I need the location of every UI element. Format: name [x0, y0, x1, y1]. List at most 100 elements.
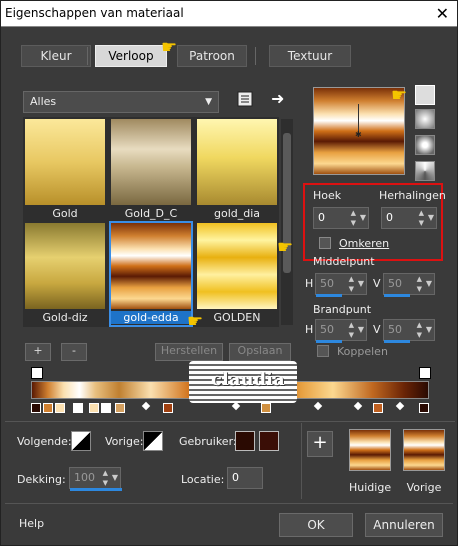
radial-style-button[interactable] — [415, 135, 435, 155]
cancel-button[interactable]: Annuleren — [365, 513, 443, 537]
next-color-swatch[interactable] — [71, 431, 91, 451]
help-link[interactable]: Help — [19, 517, 44, 530]
midpoint-h-value: 50 — [320, 277, 334, 290]
linear-style-button[interactable] — [415, 85, 435, 105]
color-stop[interactable] — [163, 403, 173, 413]
sunburst-style-button[interactable] — [415, 161, 435, 181]
list-view-icon[interactable] — [237, 91, 253, 107]
midpoint-diamond[interactable] — [141, 401, 151, 411]
midpoint-diamond[interactable] — [353, 401, 363, 411]
location-field[interactable]: 0 — [227, 467, 263, 489]
spin-icon[interactable]: ▲ ▼ — [417, 320, 422, 340]
add-swatch-button[interactable]: + — [307, 431, 333, 457]
repeats-field[interactable]: 0 ▲ ▼ ▼ — [381, 207, 437, 229]
swatch-golden[interactable]: GOLDEN — [197, 223, 277, 325]
focal-v-field[interactable]: 50 ▲ ▼ ▼ — [383, 319, 435, 343]
swatch-gold-dia[interactable]: gold_dia — [197, 119, 277, 221]
angle-handle[interactable] — [358, 104, 359, 132]
color-stop[interactable] — [101, 403, 111, 413]
previous-label: Vorige — [406, 481, 442, 494]
prev-color-swatch[interactable] — [143, 431, 163, 451]
swatch-gold[interactable]: Gold — [25, 119, 105, 221]
watermark-text: claudia — [211, 369, 285, 390]
chevron-down-icon[interactable]: ▼ — [428, 208, 434, 228]
color-stop[interactable] — [261, 403, 271, 413]
color-stop[interactable] — [419, 403, 429, 413]
midpoint-diamond[interactable] — [313, 401, 323, 411]
color-stop[interactable] — [31, 403, 41, 413]
add-gradient-button[interactable]: + — [25, 343, 51, 361]
angle-value: 0 — [318, 211, 325, 224]
pointing-hand-icon: ☛ — [187, 311, 204, 332]
tab-verloop[interactable]: Verloop — [95, 45, 167, 67]
spin-icon[interactable]: ▲ ▼ — [103, 468, 108, 488]
spin-icon[interactable]: ▲ ▼ — [417, 274, 422, 294]
restore-button[interactable]: Herstellen — [155, 343, 223, 361]
gradient-library: Gold Gold_D_C gold_dia Gold-diz gold-edd… — [23, 117, 279, 327]
focal-h-value: 50 — [320, 323, 334, 336]
arrow-right-icon[interactable]: ➜ — [271, 89, 287, 108]
tab-patroon[interactable]: Patroon — [177, 45, 247, 67]
close-icon[interactable]: ✕ — [436, 4, 449, 23]
remove-gradient-button[interactable]: - — [61, 343, 87, 361]
midpoint-diamond[interactable] — [231, 401, 241, 411]
user-color-swatch[interactable] — [235, 431, 255, 451]
rectangular-style-button[interactable] — [415, 109, 435, 129]
color-stop[interactable] — [73, 403, 83, 413]
opacity-stop-left[interactable] — [31, 367, 43, 379]
midpoint-diamond[interactable] — [395, 401, 405, 411]
gradient-thumbnail — [197, 119, 277, 205]
library-scrollbar[interactable] — [281, 119, 293, 325]
focal-h-bar — [316, 340, 342, 343]
chevron-down-icon[interactable]: ▼ — [426, 274, 432, 294]
current-preview[interactable] — [349, 429, 391, 471]
previous-preview[interactable] — [403, 429, 445, 471]
spin-icon[interactable]: ▲ ▼ — [349, 274, 354, 294]
swatch-gold-edda[interactable]: gold-edda — [109, 221, 193, 327]
window-title: Eigenschappen van materiaal — [5, 6, 184, 20]
opacity-field[interactable]: 100 ▲ ▼ ▼ — [69, 467, 122, 491]
pointing-hand-icon: ☛ — [391, 85, 408, 106]
chevron-down-icon[interactable]: ▼ — [360, 208, 366, 228]
swatch-gold-d-c[interactable]: Gold_D_C — [111, 119, 191, 221]
spin-icon[interactable]: ▲ ▼ — [349, 320, 354, 340]
gradient-thumbnail — [25, 119, 105, 205]
invert-checkbox[interactable] — [319, 237, 331, 249]
midpoint-h-field[interactable]: 50 ▲ ▼ ▼ — [315, 273, 367, 297]
color-stop[interactable] — [55, 403, 65, 413]
repeats-value: 0 — [386, 211, 393, 224]
chevron-down-icon[interactable]: ▼ — [358, 274, 364, 294]
color-stop[interactable] — [89, 403, 99, 413]
focal-v-value: 50 — [388, 323, 402, 336]
tab-kleur[interactable]: Kleur — [21, 45, 91, 67]
invert-label: Omkeren — [339, 237, 390, 250]
color-stop[interactable] — [115, 403, 125, 413]
color-stop[interactable] — [43, 403, 53, 413]
angle-field[interactable]: 0 ▲ ▼ ▼ — [313, 207, 369, 229]
midpoint-v-field[interactable]: 50 ▲ ▼ ▼ — [383, 273, 435, 297]
user-color-swatch-2[interactable] — [259, 431, 279, 451]
tab-textuur[interactable]: Textuur — [269, 45, 351, 67]
spin-icon[interactable]: ▲ ▼ — [351, 208, 356, 228]
link-checkbox[interactable] — [317, 345, 329, 357]
chevron-down-icon[interactable]: ▼ — [426, 320, 432, 340]
opacity-label: Dekking: — [17, 473, 66, 486]
swatch-label: Gold_D_C — [124, 207, 178, 220]
footer-divider — [5, 503, 453, 504]
chevron-down-icon[interactable]: ▼ — [112, 468, 118, 488]
spin-icon[interactable]: ▲ ▼ — [419, 208, 424, 228]
center-marker-icon[interactable]: ✱ — [355, 130, 362, 139]
save-button[interactable]: Opslaan — [229, 343, 291, 361]
location-value: 0 — [232, 471, 239, 484]
tab-separator — [87, 47, 88, 65]
color-stop[interactable] — [373, 403, 383, 413]
ok-button[interactable]: OK — [279, 513, 353, 537]
pointing-hand-icon: ☛ — [277, 237, 294, 258]
opacity-stop-right[interactable] — [419, 367, 431, 379]
category-dropdown[interactable]: Alles ▼ — [23, 91, 219, 113]
pointing-hand-icon: ☛ — [161, 37, 178, 58]
chevron-down-icon[interactable]: ▼ — [358, 320, 364, 340]
swatch-gold-diz[interactable]: Gold-diz — [25, 223, 105, 325]
focal-h-field[interactable]: 50 ▲ ▼ ▼ — [315, 319, 367, 343]
category-value: Alles — [30, 95, 57, 108]
